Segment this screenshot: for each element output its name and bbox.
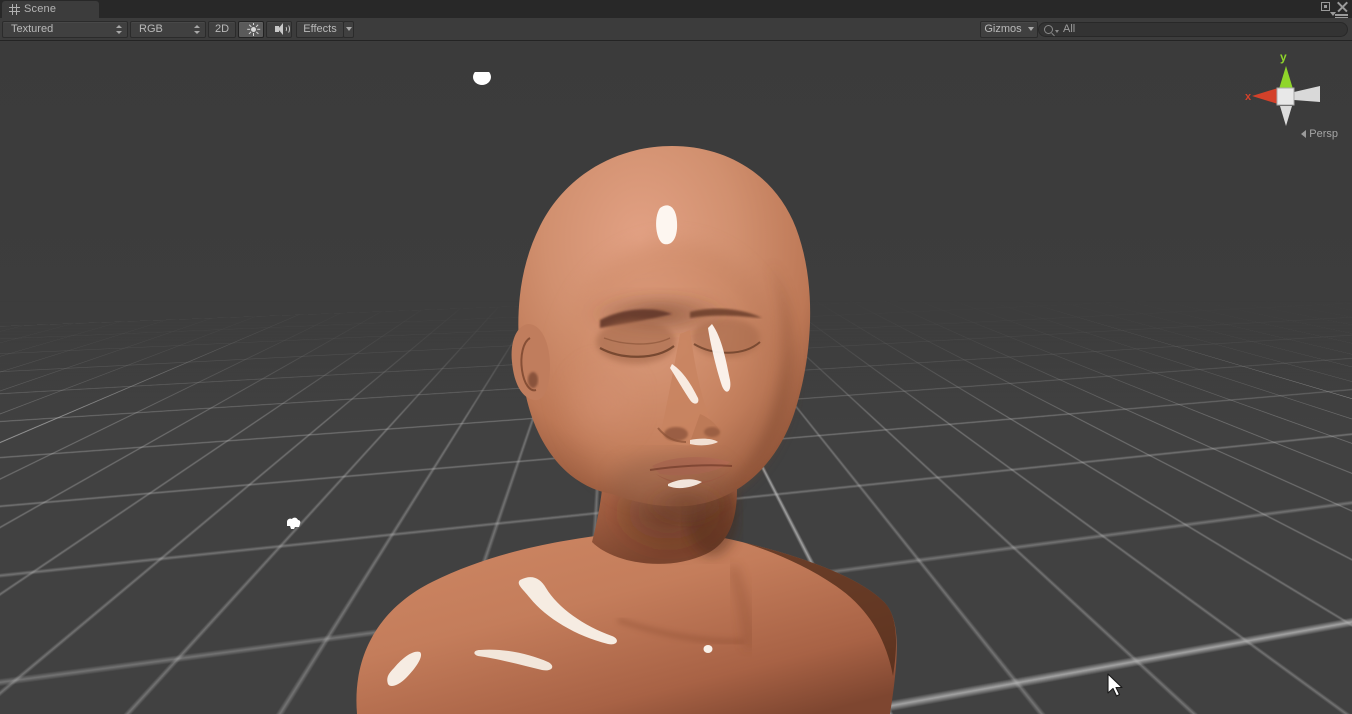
search-input[interactable]: All — [1038, 22, 1348, 37]
projection-mode-label[interactable]: Persp — [1301, 128, 1338, 140]
toggle-2d-label: 2D — [214, 22, 230, 35]
gizmos-label: Gizmos — [984, 22, 1022, 35]
projection-mode-text: Persp — [1309, 128, 1338, 140]
window-title-bar: Scene — [0, 0, 1352, 19]
chevron-left-icon — [1301, 130, 1307, 138]
gizmo-axis-y-label: y — [1280, 50, 1287, 64]
render-mode-label: RGB — [139, 22, 163, 35]
popup-updown-icon — [116, 24, 123, 35]
effects-dropdown-arrow[interactable] — [343, 20, 354, 38]
tab-scene-label: Scene — [24, 3, 57, 15]
search-value: All — [1063, 23, 1076, 35]
tab-scene[interactable]: Scene — [2, 1, 99, 18]
effects-button[interactable]: Effects — [296, 20, 344, 38]
close-icon[interactable] — [1337, 1, 1348, 12]
chevron-down-icon — [1027, 27, 1034, 31]
scene-hash-icon — [9, 4, 20, 15]
audio-toggle-button[interactable] — [266, 20, 292, 38]
chevron-down-icon — [345, 27, 352, 31]
popup-updown-icon — [194, 24, 201, 35]
effects-label: Effects — [303, 22, 337, 35]
draw-mode-dropdown[interactable]: Textured — [2, 20, 128, 38]
scene-grid — [0, 300, 1352, 714]
camera-gizmo-icon[interactable] — [284, 516, 304, 534]
maximize-icon[interactable] — [1321, 1, 1330, 11]
gizmos-button[interactable]: Gizmos — [980, 20, 1038, 38]
draw-mode-label: Textured — [11, 22, 54, 35]
viewport-background — [0, 42, 1352, 304]
scene-viewport[interactable]: x y Persp — [0, 42, 1352, 714]
render-mode-dropdown[interactable]: RGB — [130, 20, 206, 38]
sun-icon — [247, 22, 261, 36]
light-gizmo-icon[interactable] — [471, 72, 493, 88]
toggle-2d-button[interactable]: 2D — [208, 20, 236, 38]
unity-scene-window: Scene Textured RGB 2D Effects Gizmos All… — [0, 0, 1352, 714]
gizmo-axis-x-label: x — [1245, 91, 1252, 103]
audio-icon — [275, 23, 290, 35]
search-icon — [1044, 25, 1053, 34]
scene-grid-plane — [0, 300, 1352, 443]
lighting-toggle-button[interactable] — [238, 20, 264, 38]
chevron-down-icon — [1055, 29, 1059, 33]
